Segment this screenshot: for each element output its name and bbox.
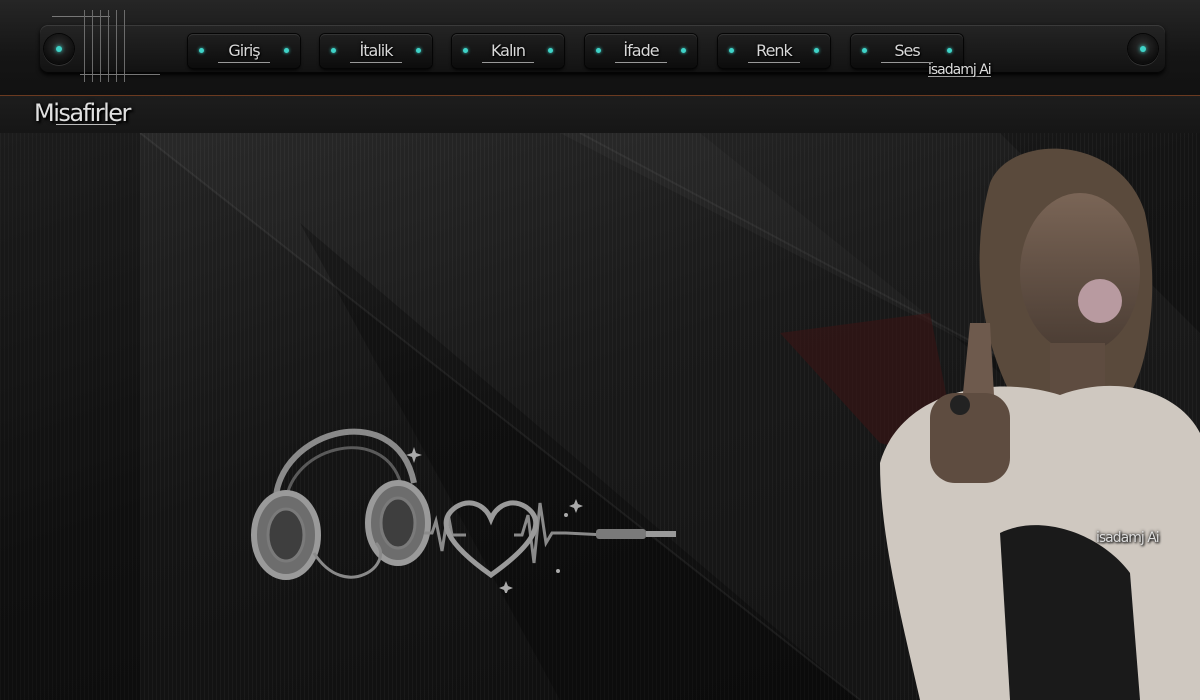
image-watermark: isadamj Ai (1096, 530, 1160, 546)
nav-label: İtalik (359, 41, 394, 60)
audio-jack-icon (596, 529, 676, 539)
nav-label: İfade (623, 41, 659, 60)
credit-signature: isadamj Ai (928, 62, 992, 78)
portrait-image (880, 148, 1200, 700)
nav-button-italik[interactable]: İtalik (320, 34, 432, 68)
right-knob-icon (1128, 34, 1158, 64)
title-underline (56, 124, 116, 125)
nav-label: Kalın (490, 41, 526, 60)
nav-button-giris[interactable]: Giriş (188, 34, 300, 68)
watermark-text: isadamj Ai (1096, 530, 1160, 546)
nav-button-kalin[interactable]: Kalın (452, 34, 564, 68)
credit-text: isadamj Ai (928, 62, 992, 78)
section-header-bar (0, 95, 1200, 134)
section-title: Misafirler (34, 99, 131, 127)
heart-icon (443, 500, 539, 579)
nav-label: Renk (756, 41, 793, 60)
nav-label: Ses (894, 41, 920, 60)
headphones-icon (251, 428, 431, 580)
nav-label: Giriş (228, 41, 260, 60)
nav-button-renk[interactable]: Renk (718, 34, 830, 68)
nav-button-ifade[interactable]: İfade (585, 34, 697, 68)
headphones-heartbeat-illustration (251, 428, 676, 593)
top-toolbar: Giriş İtalik Kalın İfade Renk Ses isadam… (0, 0, 1200, 95)
left-knob-icon (44, 34, 74, 64)
